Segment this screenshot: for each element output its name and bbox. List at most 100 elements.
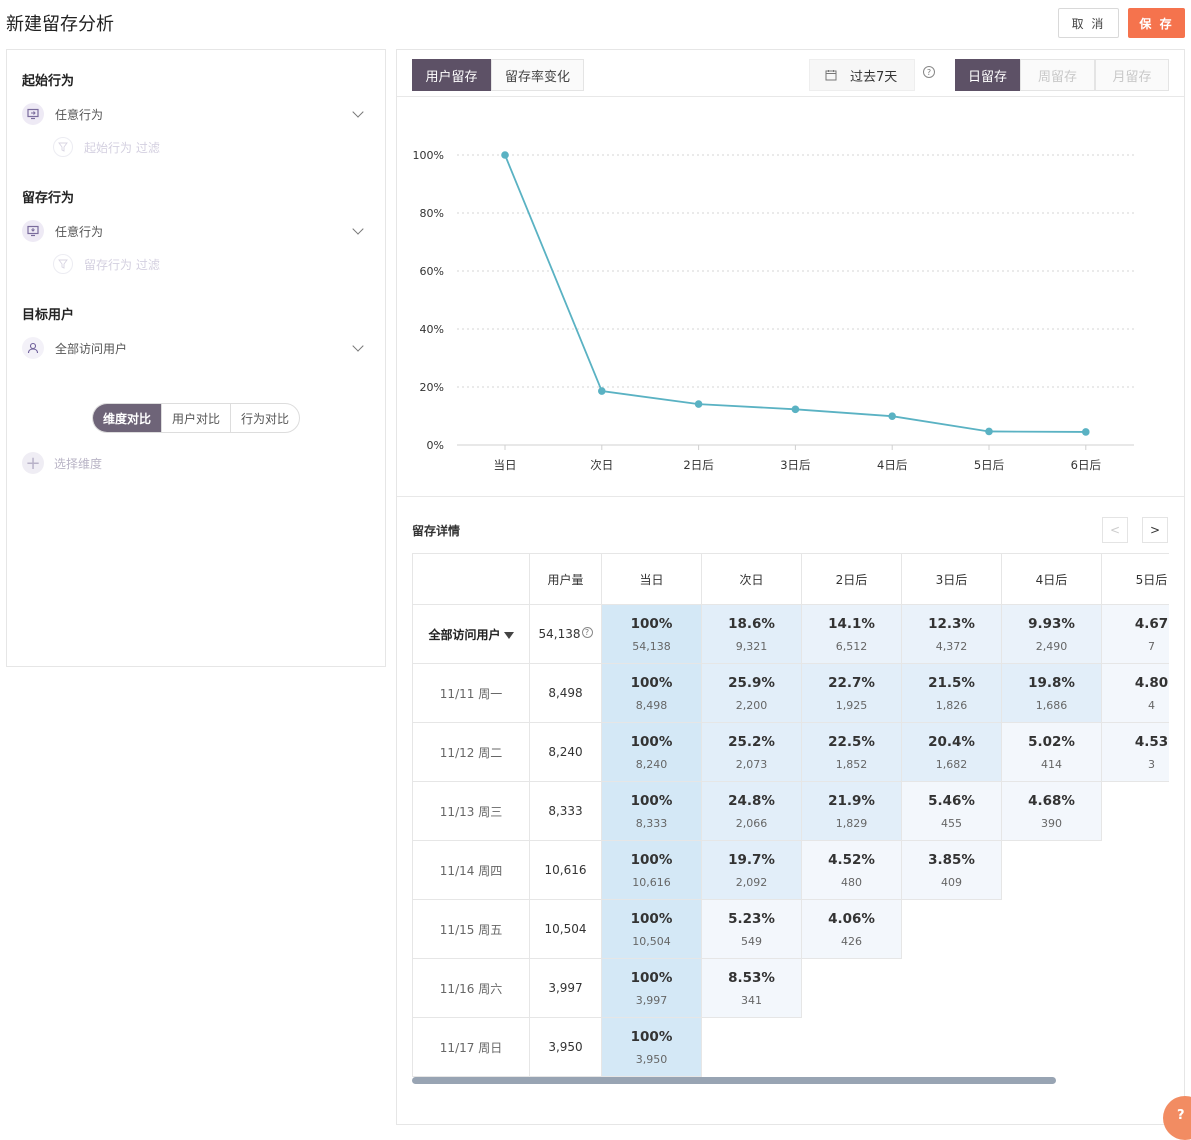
- empty-cell: [901, 958, 1002, 1018]
- retention-cell[interactable]: 100% 8,240: [601, 722, 702, 782]
- retention-rate: 100%: [630, 969, 673, 986]
- retention-cell[interactable]: 5.02% 414: [1001, 722, 1102, 782]
- retention-cell[interactable]: 21.9% 1,829: [801, 781, 902, 841]
- retention-cell[interactable]: 12.3% 4,372: [901, 604, 1002, 664]
- retained-users: 8,240: [635, 757, 668, 771]
- tab-daily-retention[interactable]: 日留存: [955, 59, 1020, 91]
- x-tick-label: 次日: [590, 458, 613, 472]
- retention-cell[interactable]: 22.7% 1,925: [801, 663, 902, 723]
- table-header-cell: 5日后: [1101, 553, 1169, 605]
- retention-rate: 100%: [630, 792, 673, 809]
- retention-cell[interactable]: 100% 3,997: [601, 958, 702, 1018]
- retention-cell[interactable]: 100% 3,950: [601, 1017, 702, 1077]
- retention-rate: 19.8%: [1028, 674, 1075, 691]
- retention-cell[interactable]: 4.52% 480: [801, 840, 902, 900]
- retention-cell[interactable]: 5.23% 549: [701, 899, 802, 959]
- retain-behavior-filter[interactable]: 留存行为 过滤: [53, 253, 160, 275]
- plus-icon: +: [22, 452, 44, 474]
- retention-cell[interactable]: 5.46% 455: [901, 781, 1002, 841]
- retention-cell[interactable]: 3.85% 409: [901, 840, 1002, 900]
- retained-users: 3: [1148, 757, 1155, 771]
- retain-behavior-select[interactable]: 任意行为: [22, 219, 364, 243]
- retained-users: 414: [1041, 757, 1062, 771]
- retention-rate: 25.9%: [728, 674, 775, 691]
- retention-cell[interactable]: 19.7% 2,092: [701, 840, 802, 900]
- tab-user-retention[interactable]: 用户留存: [412, 59, 491, 91]
- tab-user-compare[interactable]: 用户对比: [161, 404, 230, 432]
- retention-rate: 14.1%: [828, 615, 875, 632]
- period-tabs: 日留存 周留存 月留存: [955, 59, 1169, 91]
- retained-users: 8,333: [635, 816, 668, 830]
- data-point: [985, 427, 993, 436]
- retention-table: 用户量 当日 次日 2日后 3日后 4日后 5日后 全部访问用户 54,138? 1…: [412, 553, 1169, 1083]
- y-tick-label: 80%: [420, 207, 444, 220]
- retention-cell[interactable]: 4.80 4: [1101, 663, 1169, 723]
- tab-retention-rate-change[interactable]: 留存率变化: [491, 59, 584, 91]
- row-label-date: 11/15 周五: [412, 899, 530, 959]
- retention-cell[interactable]: 25.2% 2,073: [701, 722, 802, 782]
- retention-cell[interactable]: 18.6% 9,321: [701, 604, 802, 664]
- retention-rate: 24.8%: [728, 792, 775, 809]
- table-header-cell: 4日后: [1001, 553, 1102, 605]
- monitor-icon: [22, 103, 44, 125]
- retention-rate: 4.80: [1134, 674, 1169, 691]
- save-button[interactable]: 保 存: [1128, 8, 1185, 38]
- retention-cell[interactable]: 100% 54,138: [601, 604, 702, 664]
- retention-cell[interactable]: 4.67 7: [1101, 604, 1169, 664]
- result-panel: 用户留存 留存率变化 过去7天 ? 日留存 周留存 月留存 0% 20% 40% 60…: [396, 49, 1185, 1125]
- retention-cell[interactable]: 21.5% 1,826: [901, 663, 1002, 723]
- retention-cell[interactable]: 20.4% 1,682: [901, 722, 1002, 782]
- retention-cell[interactable]: 100% 10,616: [601, 840, 702, 900]
- retention-cell[interactable]: 8.53% 341: [701, 958, 802, 1018]
- help-icon[interactable]: ?: [923, 66, 935, 78]
- start-behavior-select[interactable]: 任意行为: [22, 102, 364, 126]
- retention-cell[interactable]: 22.5% 1,852: [801, 722, 902, 782]
- table-horizontal-scrollbar[interactable]: [412, 1077, 1056, 1084]
- pager-next-button[interactable]: >: [1142, 517, 1168, 543]
- help-icon[interactable]: ?: [581, 627, 593, 638]
- x-tick-label: 当日: [494, 458, 517, 472]
- retention-cell[interactable]: 19.8% 1,686: [1001, 663, 1102, 723]
- retention-rate: 100%: [630, 733, 673, 750]
- empty-cell: [1001, 1017, 1102, 1077]
- retention-rate: 18.6%: [728, 615, 775, 632]
- tab-weekly-retention[interactable]: 周留存: [1020, 59, 1095, 91]
- table-header-cell: 当日: [601, 553, 702, 605]
- add-dimension-button[interactable]: + 选择维度: [22, 452, 102, 474]
- retention-cell[interactable]: 100% 8,498: [601, 663, 702, 723]
- row-label-date: 11/17 周日: [412, 1017, 530, 1077]
- row-label-text: 11/12 周二: [439, 745, 503, 760]
- table-header-row: 用户量 当日 次日 2日后 3日后 4日后 5日后: [412, 553, 1169, 605]
- retention-cell[interactable]: 24.8% 2,066: [701, 781, 802, 841]
- retained-users: 9,321: [735, 639, 768, 653]
- compare-segmented-control: 维度对比 用户对比 行为对比: [92, 403, 301, 433]
- retention-cell[interactable]: 14.1% 6,512: [801, 604, 902, 664]
- retention-cell[interactable]: 100% 10,504: [601, 899, 702, 959]
- row-user-count-value: 8,498: [548, 686, 583, 700]
- retention-rate: 4.52%: [828, 851, 875, 868]
- target-users-select[interactable]: 全部访问用户: [22, 336, 364, 360]
- empty-cell: [1101, 958, 1169, 1018]
- retention-cell[interactable]: 4.53 3: [1101, 722, 1169, 782]
- tab-monthly-retention[interactable]: 月留存: [1095, 59, 1169, 91]
- filter-icon: [53, 254, 73, 274]
- retained-users: 1,826: [935, 698, 968, 712]
- retention-cell[interactable]: 100% 8,333: [601, 781, 702, 841]
- retention-rate: 100%: [630, 851, 673, 868]
- row-label-all-users[interactable]: 全部访问用户: [412, 604, 530, 664]
- retention-rate: 21.5%: [928, 674, 975, 691]
- tab-behavior-compare[interactable]: 行为对比: [230, 404, 299, 432]
- retention-cell[interactable]: 4.68% 390: [1001, 781, 1102, 841]
- retention-cell[interactable]: 4.06% 426: [801, 899, 902, 959]
- date-range-picker[interactable]: 过去7天: [809, 59, 915, 91]
- date-range-value: 过去7天: [850, 69, 898, 85]
- row-label-text: 11/13 周三: [439, 804, 503, 819]
- retention-cell[interactable]: 25.9% 2,200: [701, 663, 802, 723]
- cancel-button[interactable]: 取 消: [1058, 8, 1119, 38]
- table-row: 11/15 周五 10,504 100% 10,504 5.23% 549 4.06% 426: [412, 899, 1169, 959]
- start-behavior-filter[interactable]: 起始行为 过滤: [53, 136, 160, 158]
- tab-dimension-compare[interactable]: 维度对比: [93, 404, 162, 432]
- retention-cell[interactable]: 9.93% 2,490: [1001, 604, 1102, 664]
- retained-users: 4: [1148, 698, 1155, 712]
- pager-prev-button[interactable]: <: [1102, 517, 1128, 543]
